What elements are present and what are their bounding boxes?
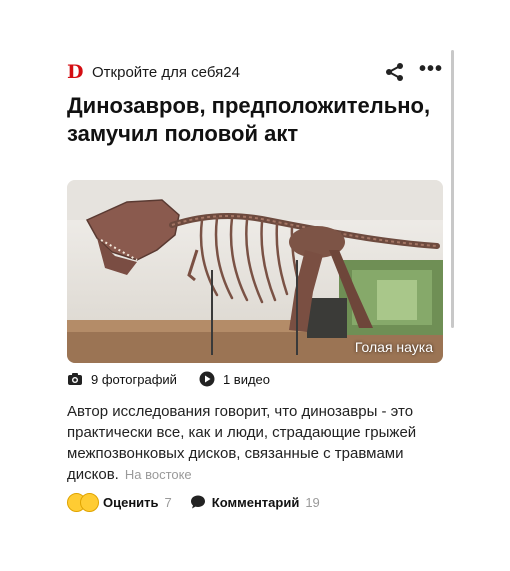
article-title[interactable]: Динозавров, предположительно, замучил по…: [67, 92, 443, 148]
comment-icon[interactable]: [190, 494, 206, 510]
more-icon[interactable]: •••: [419, 59, 443, 82]
source-name[interactable]: Откройте для себя24: [92, 64, 240, 81]
share-icon[interactable]: [385, 62, 405, 82]
description-text: Автор исследования говорит, что динозавр…: [67, 403, 417, 483]
video-count[interactable]: 1 видео: [223, 372, 270, 387]
article-actions: Оценить 7 Комментарий 19: [67, 491, 320, 513]
media-counts: 9 фотографий 1 видео: [67, 369, 270, 389]
article-header: D Откройте для себя24 •••: [67, 59, 443, 84]
scrollbar[interactable]: [451, 50, 454, 328]
article-image[interactable]: Голая наука: [67, 180, 443, 363]
rate-button[interactable]: Оценить: [103, 495, 159, 510]
comment-button[interactable]: Комментарий: [212, 495, 300, 510]
reaction-emoji-icon: [67, 493, 99, 512]
article-description[interactable]: Автор исследования говорит, что динозавр…: [67, 401, 447, 485]
rate-count: 7: [164, 494, 172, 510]
source-logo[interactable]: D: [67, 63, 83, 82]
camera-icon: [68, 373, 82, 385]
dinosaur-skeleton-photo: [67, 180, 443, 363]
comment-count: 19: [305, 494, 320, 510]
play-icon: [199, 371, 215, 387]
source-tag[interactable]: На востоке: [125, 467, 192, 482]
image-watermark: Голая наука: [354, 339, 433, 355]
photos-count[interactable]: 9 фотографий: [91, 372, 177, 387]
